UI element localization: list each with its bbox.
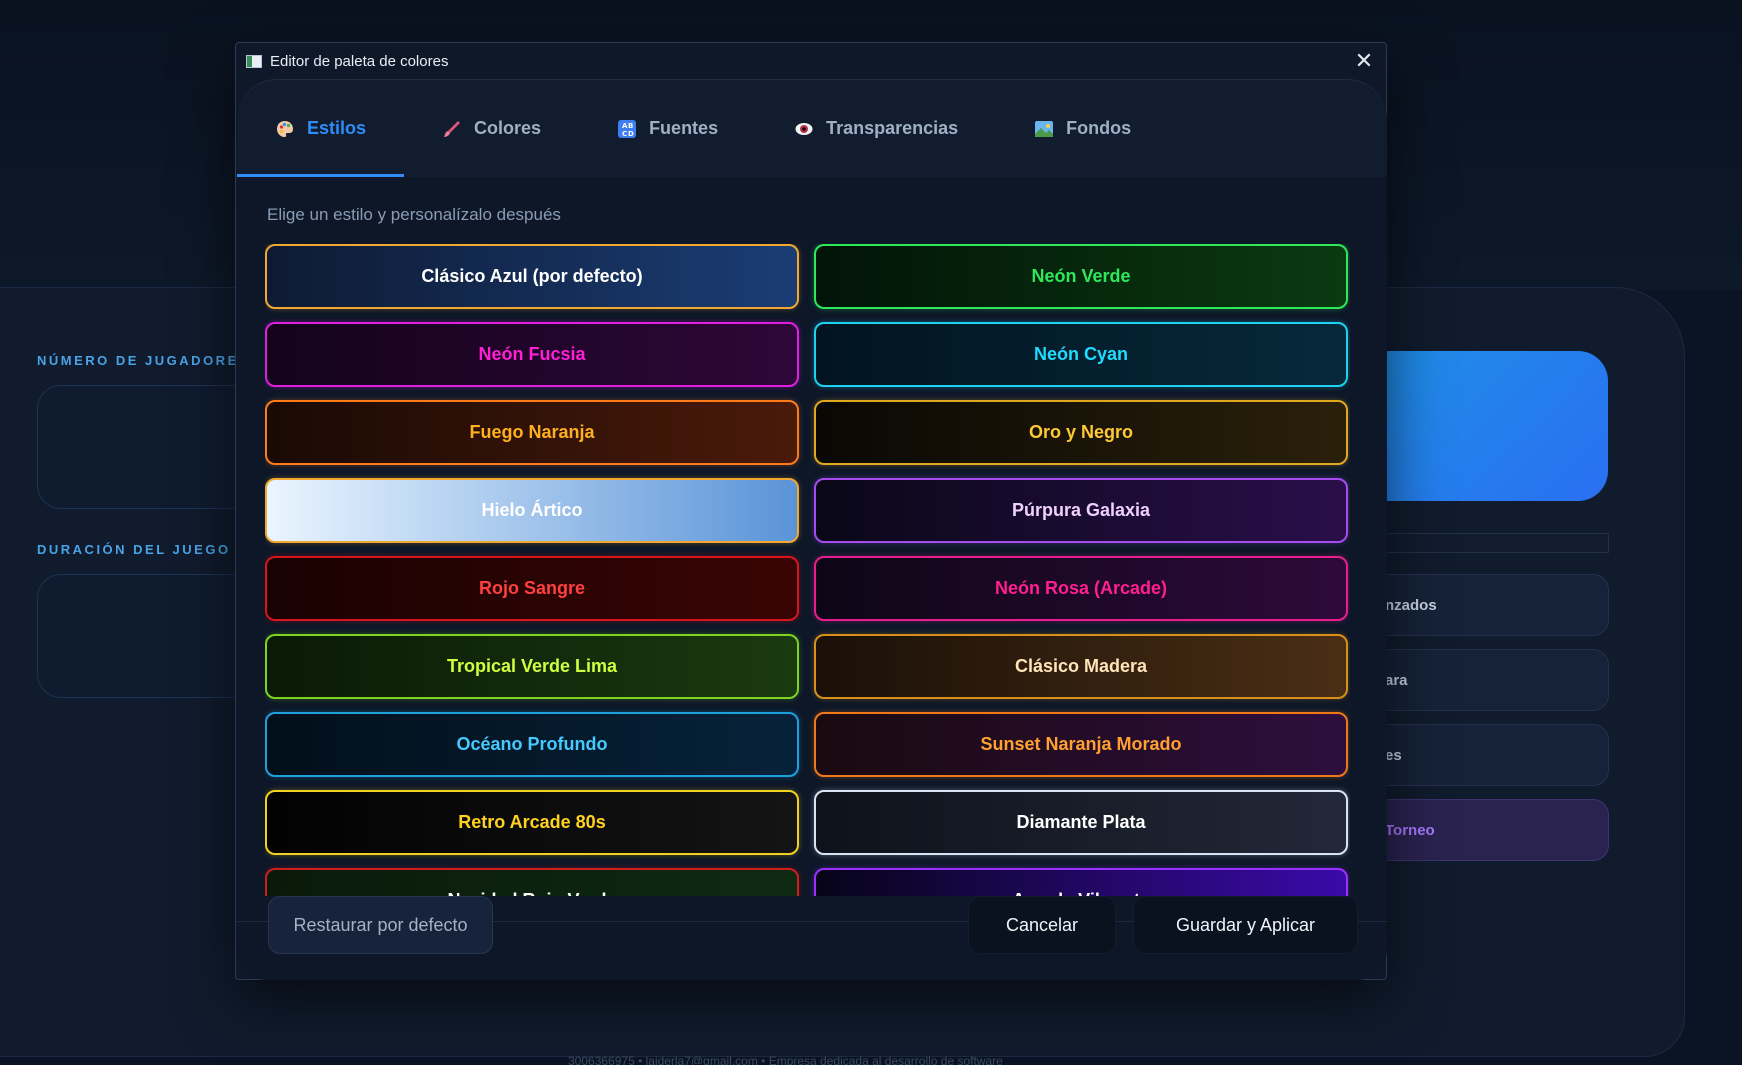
save-apply-button[interactable]: Guardar y Aplicar (1133, 896, 1358, 954)
close-button[interactable]: ✕ (1350, 47, 1378, 75)
tournament-button[interactable]: Torneo (1370, 799, 1609, 861)
duration-label: DURACIÓN DEL JUEGO (37, 542, 231, 557)
side-button-2[interactable]: ara (1370, 649, 1609, 711)
style-card[interactable]: Neón Cyan (814, 322, 1348, 387)
tab-estilos[interactable]: Estilos (237, 80, 405, 177)
styles-grid: Clásico Azul (por defecto) Neón Verde Neón… (265, 244, 1350, 896)
styles-scroll-area[interactable]: Clásico Azul (por defecto) Neón Verde Neón… (265, 244, 1350, 896)
background-progress-bar (1380, 533, 1609, 553)
side-button-3[interactable]: es (1370, 724, 1609, 786)
style-card[interactable]: Retro Arcade 80s (265, 790, 799, 855)
restore-defaults-button[interactable]: Restaurar por defecto (268, 896, 493, 954)
tab-fondos[interactable]: Fondos (996, 80, 1169, 177)
styles-subtitle: Elige un estilo y personalízalo después (267, 205, 561, 224)
tab-transparencias[interactable]: Transparencias (756, 80, 996, 177)
tab-label: Fuentes (649, 118, 719, 138)
svg-text:B: B (628, 122, 633, 130)
players-label: NÚMERO DE JUGADORES (37, 353, 250, 368)
advanced-button[interactable]: nzados (1370, 574, 1609, 636)
style-card[interactable]: Diamante Plata (814, 790, 1348, 855)
start-game-button[interactable] (1360, 351, 1608, 501)
style-card[interactable]: Neón Rosa (Arcade) (814, 556, 1348, 621)
tab-fuentes[interactable]: A B C D Fuentes (579, 80, 756, 177)
style-card[interactable]: Oro y Negro (814, 400, 1348, 465)
style-card[interactable]: Fuego Naranja (265, 400, 799, 465)
brush-icon (442, 119, 462, 139)
style-card[interactable]: Rojo Sangre (265, 556, 799, 621)
style-card[interactable]: Púrpura Galaxia (814, 478, 1348, 543)
svg-text:D: D (628, 130, 634, 138)
palette-editor-dialog: Editor de paleta de colores ✕ Estilos Co… (235, 42, 1387, 980)
tab-label: Fondos (1066, 118, 1132, 138)
palette-icon (275, 119, 295, 139)
style-card[interactable]: Navidad Rojo Verde (265, 868, 799, 896)
style-card[interactable]: Hielo Ártico (265, 478, 799, 543)
style-card[interactable]: Clásico Azul (por defecto) (265, 244, 799, 309)
dialog-titlebar: Editor de paleta de colores (236, 43, 1386, 79)
tab-label: Colores (474, 118, 542, 138)
tab-label: Estilos (307, 118, 367, 138)
footer-contact: 3006366975 • laiderla7@gmail.com • Empre… (568, 1054, 1003, 1065)
style-card[interactable]: Neón Fucsia (265, 322, 799, 387)
tab-bar: Estilos Colores A B C D Fuentes Transpar… (237, 79, 1387, 177)
tab-colores[interactable]: Colores (404, 80, 579, 177)
cancel-button[interactable]: Cancelar (968, 896, 1116, 954)
svg-text:C: C (622, 130, 627, 138)
style-card[interactable]: Clásico Madera (814, 634, 1348, 699)
style-card[interactable]: Océano Profundo (265, 712, 799, 777)
font-grid-icon: A B C D (617, 119, 637, 139)
tab-label: Transparencias (826, 118, 959, 138)
dialog-footer: Restaurar por defecto Cancelar Guardar y… (237, 896, 1387, 980)
eye-icon (794, 119, 814, 139)
picture-icon (1034, 119, 1054, 139)
style-card[interactable]: Tropical Verde Lima (265, 634, 799, 699)
dialog-title: Editor de paleta de colores (270, 52, 449, 70)
app-window-icon (246, 54, 262, 68)
style-card[interactable]: Sunset Naranja Morado (814, 712, 1348, 777)
style-card[interactable]: Neón Verde (814, 244, 1348, 309)
style-card[interactable]: Arcade Vibrante (814, 868, 1348, 896)
styles-panel: Elige un estilo y personalízalo después … (237, 177, 1387, 921)
